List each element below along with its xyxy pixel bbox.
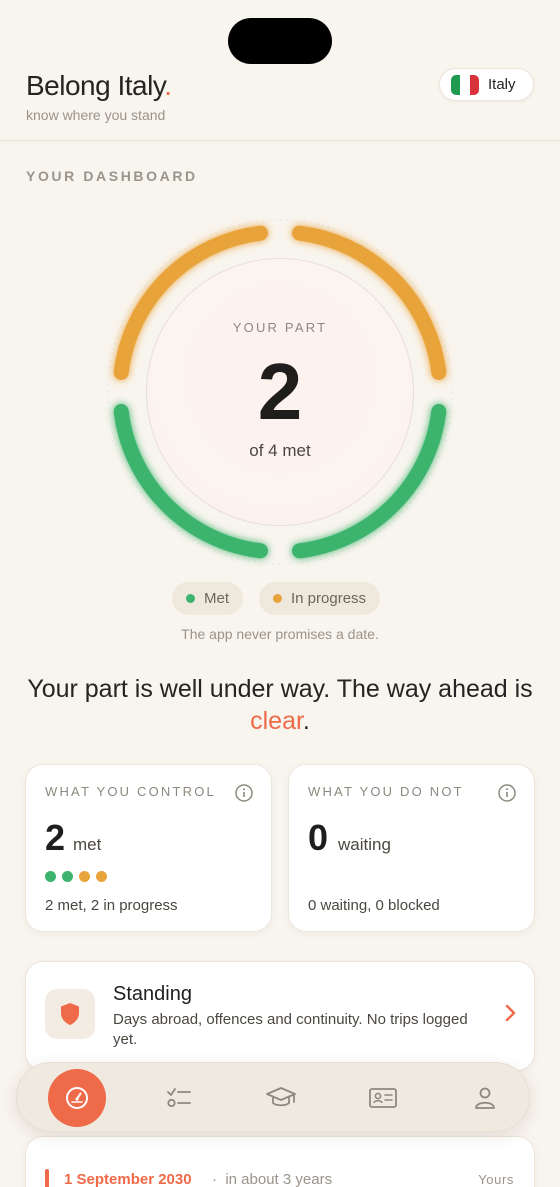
in-progress-dot-icon bbox=[273, 594, 282, 603]
dial-caption: YOUR PART bbox=[232, 320, 328, 335]
bottom-tab-bar bbox=[16, 1062, 530, 1132]
info-icon[interactable] bbox=[235, 784, 253, 807]
control-value: 2 bbox=[45, 817, 66, 858]
control-unit: met bbox=[73, 835, 102, 854]
progress-dot-icon bbox=[79, 871, 90, 882]
met-of-total: of 4 met bbox=[249, 441, 311, 460]
milestone-accent-bar bbox=[45, 1169, 49, 1187]
app-header: Belong Italy. know where you stand Italy bbox=[0, 0, 560, 141]
app-tagline: know where you stand bbox=[26, 107, 166, 123]
section-label: YOUR DASHBOARD bbox=[26, 168, 198, 184]
control-summary: 2 met, 2 in progress bbox=[45, 897, 178, 914]
graduation-cap-icon bbox=[266, 1087, 296, 1107]
legend-met: Met bbox=[172, 582, 244, 615]
control-progress-dots bbox=[45, 871, 107, 882]
info-icon[interactable] bbox=[498, 784, 516, 807]
progress-dot-icon bbox=[62, 871, 73, 882]
progress-dial: YOUR PART 2 of 4 met bbox=[100, 212, 460, 572]
notcontrol-value: 0 bbox=[308, 817, 329, 858]
milestone-date: 1 September 2030 bbox=[64, 1171, 192, 1187]
id-card-icon bbox=[369, 1088, 397, 1108]
progress-dot-icon bbox=[96, 871, 107, 882]
country-selector-button[interactable]: Italy bbox=[439, 68, 534, 101]
card-label: WHAT YOU CONTROL bbox=[45, 784, 216, 799]
italy-flag-icon bbox=[451, 74, 479, 95]
progress-dot-icon bbox=[45, 871, 56, 882]
tab-checklist[interactable] bbox=[149, 1063, 209, 1133]
milestone-relative: · in about 3 years bbox=[212, 1171, 333, 1187]
tab-learn[interactable] bbox=[251, 1063, 311, 1133]
what-you-control-card[interactable]: WHAT YOU CONTROL 2 met 2 met, 2 in progr… bbox=[25, 764, 272, 932]
tab-documents[interactable] bbox=[353, 1063, 413, 1133]
met-dot-icon bbox=[186, 594, 195, 603]
shield-icon bbox=[45, 989, 95, 1039]
notcontrol-unit: waiting bbox=[338, 835, 391, 854]
chevron-right-icon bbox=[504, 1004, 516, 1027]
met-count: 2 bbox=[257, 347, 303, 436]
what-you-do-not-card[interactable]: WHAT YOU DO NOT 0 waiting 0 waiting, 0 b… bbox=[288, 764, 535, 932]
standing-description: Days abroad, offences and continuity. No… bbox=[113, 1011, 468, 1048]
app-title: Belong Italy. bbox=[26, 70, 172, 101]
tab-dashboard[interactable] bbox=[47, 1063, 107, 1133]
standing-title: Standing bbox=[113, 983, 192, 1005]
notcontrol-summary: 0 waiting, 0 blocked bbox=[308, 897, 440, 914]
card-label: WHAT YOU DO NOT bbox=[308, 784, 464, 799]
tab-profile[interactable] bbox=[455, 1063, 515, 1133]
milestone-card[interactable]: 1 September 2030 · in about 3 years Your… bbox=[25, 1136, 535, 1187]
person-icon bbox=[475, 1087, 495, 1109]
legend-met-label: Met bbox=[204, 590, 230, 607]
milestone-owner: Yours bbox=[478, 1172, 514, 1187]
status-headline: Your part is well under way. The way ahe… bbox=[27, 675, 533, 735]
gauge-icon bbox=[66, 1087, 88, 1109]
country-label: Italy bbox=[488, 76, 516, 93]
checklist-icon bbox=[167, 1088, 191, 1108]
disclaimer: The app never promises a date. bbox=[181, 626, 379, 642]
standing-card[interactable]: Standing Days abroad, offences and conti… bbox=[25, 961, 535, 1071]
legend-in-progress: In progress bbox=[259, 582, 381, 615]
legend-in-progress-label: In progress bbox=[291, 590, 367, 607]
